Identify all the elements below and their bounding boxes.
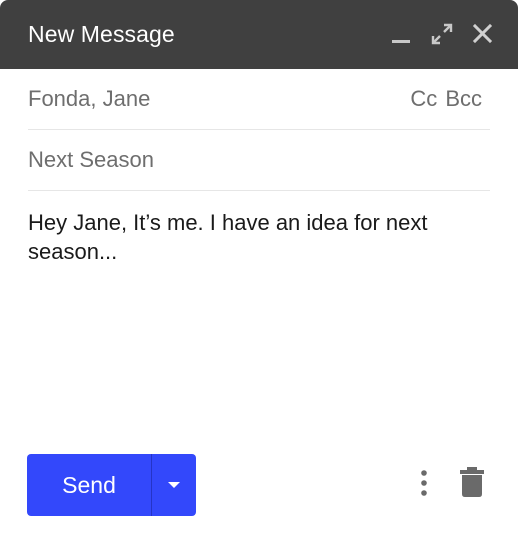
close-button[interactable] [469,20,497,48]
discard-draft-button[interactable] [459,466,485,498]
expand-icon [431,23,453,45]
compose-titlebar[interactable]: New Message [0,0,518,69]
message-body[interactable]: Hey Jane, It’s me. I have an idea for ne… [28,208,490,266]
subject-field[interactable]: Next Season [28,130,490,191]
send-button-group: Send [27,454,196,516]
bcc-link[interactable]: Bcc [445,86,482,111]
cc-link[interactable]: Cc [410,86,437,111]
more-vert-icon [421,470,427,496]
send-options-button[interactable] [152,454,196,516]
more-options-button[interactable] [413,466,435,500]
trash-icon [460,467,484,497]
recipients-value[interactable]: Fonda, Jane [28,85,150,113]
minimize-icon [392,40,410,43]
subject-value[interactable]: Next Season [28,146,154,174]
close-icon [472,23,493,44]
compose-window: New Message Fonda, Jane Cc Bcc Next Seas… [0,0,518,540]
recipients-field[interactable]: Fonda, Jane Cc Bcc [28,69,490,130]
cc-bcc-links: Cc Bcc [410,85,482,113]
minimize-button[interactable] [388,20,416,48]
caret-down-icon [168,482,180,488]
send-button[interactable]: Send [27,454,151,516]
compose-title: New Message [28,21,175,47]
expand-button[interactable] [428,20,456,48]
